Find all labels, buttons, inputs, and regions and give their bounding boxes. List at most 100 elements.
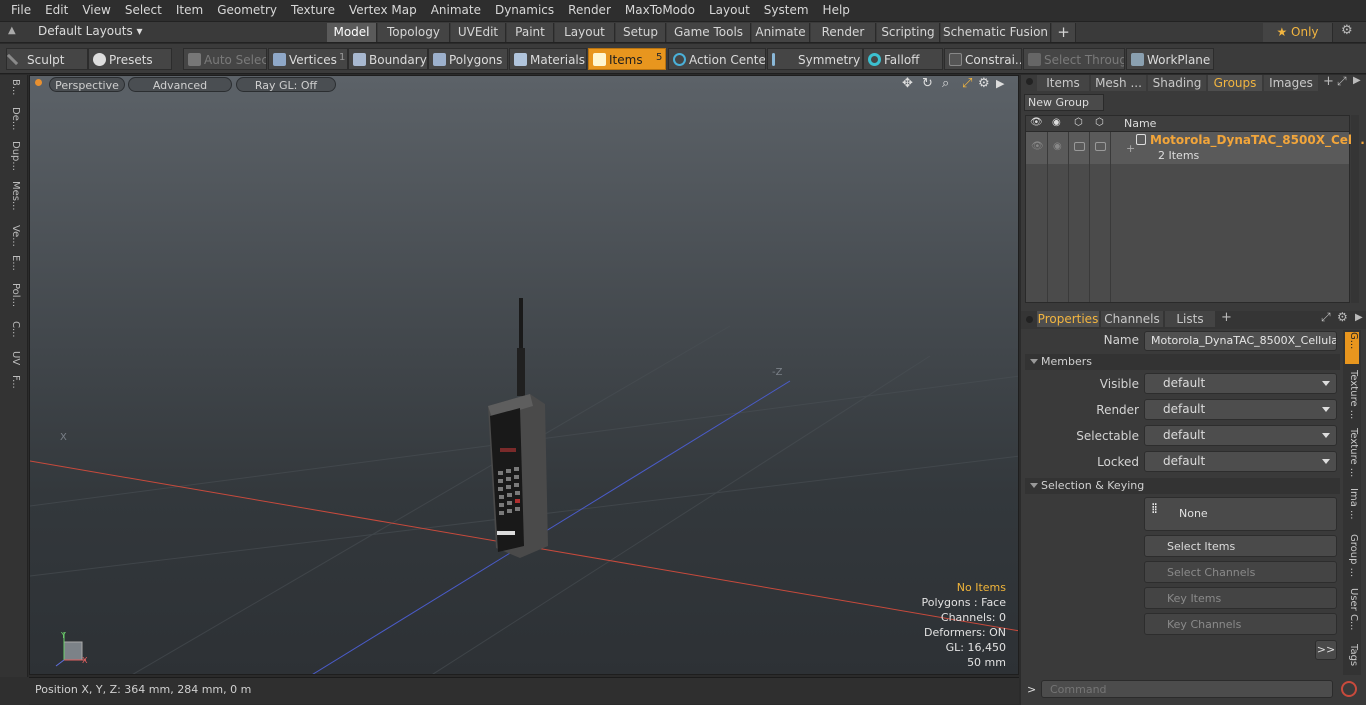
- boundary-button[interactable]: Boundary: [348, 48, 428, 70]
- row-select-checkbox[interactable]: [1095, 142, 1106, 151]
- select-icon[interactable]: ⬡: [1095, 117, 1104, 128]
- materials-button[interactable]: Materials: [509, 48, 587, 70]
- menu-vertex-map[interactable]: Vertex Map: [342, 0, 424, 21]
- props-expand-icon[interactable]: ⤢: [1321, 310, 1331, 325]
- vtab-user-channels[interactable]: User C...: [1345, 588, 1359, 640]
- menu-select[interactable]: Select: [118, 0, 169, 21]
- locked-dropdown[interactable]: default: [1144, 451, 1337, 472]
- select-through-button[interactable]: Select Through: [1023, 48, 1125, 70]
- tab-paint[interactable]: Paint: [507, 23, 554, 42]
- command-input[interactable]: [1041, 680, 1333, 698]
- group-list-scrollbar[interactable]: [1351, 115, 1359, 303]
- render-dropdown[interactable]: default: [1144, 399, 1337, 420]
- left-tab-vertex[interactable]: Ve...: [7, 225, 21, 249]
- tab-groups[interactable]: Groups: [1208, 75, 1262, 91]
- expand-plus-icon[interactable]: +: [1126, 142, 1135, 155]
- left-tab-mesh[interactable]: Mes...: [7, 181, 21, 215]
- panel-arrow-icon[interactable]: ▶: [1353, 75, 1361, 86]
- menu-dynamics[interactable]: Dynamics: [488, 0, 561, 21]
- tab-render[interactable]: Render: [811, 23, 876, 42]
- polygons-button[interactable]: Polygons: [428, 48, 508, 70]
- menu-view[interactable]: View: [75, 0, 117, 21]
- menu-geometry[interactable]: Geometry: [210, 0, 284, 21]
- tab-schematic-fusion[interactable]: Schematic Fusion: [941, 23, 1051, 42]
- vtab-tags[interactable]: Tags: [1345, 644, 1359, 672]
- vtab-group[interactable]: G...: [1345, 332, 1359, 364]
- key-items-button[interactable]: Key Items: [1144, 587, 1337, 609]
- menu-file[interactable]: File: [4, 0, 38, 21]
- add-panel-tab-icon[interactable]: +: [1323, 74, 1334, 89]
- tab-mesh[interactable]: Mesh ...: [1091, 75, 1146, 91]
- gear-icon[interactable]: ⚙: [1341, 23, 1353, 38]
- menu-item[interactable]: Item: [169, 0, 210, 21]
- none-selector[interactable]: ⁞⁞ None: [1144, 497, 1337, 531]
- row-lock-checkbox[interactable]: [1074, 142, 1085, 151]
- menu-animate[interactable]: Animate: [424, 0, 488, 21]
- tab-items[interactable]: Items: [1037, 75, 1089, 91]
- menu-texture[interactable]: Texture: [284, 0, 342, 21]
- tab-properties[interactable]: Properties: [1037, 311, 1099, 327]
- vertices-button[interactable]: Vertices: [268, 48, 348, 70]
- left-tab-b[interactable]: B...: [7, 79, 21, 101]
- only-toggle[interactable]: ★ Only: [1263, 23, 1333, 42]
- properties-dot-icon[interactable]: [1026, 316, 1033, 323]
- members-section[interactable]: Members: [1025, 354, 1340, 370]
- menu-render[interactable]: Render: [561, 0, 618, 21]
- presets-button[interactable]: Presets: [88, 48, 172, 70]
- vtab-image[interactable]: Ima ...: [1345, 488, 1359, 526]
- left-tab-deform[interactable]: De...: [7, 107, 21, 131]
- group-row[interactable]: 👁 ◉ + Motorola_DynaTAC_8500X_Cell ... 2 …: [1026, 132, 1366, 164]
- add-tab-button[interactable]: +: [1052, 23, 1076, 42]
- new-group-button[interactable]: New Group: [1024, 94, 1104, 111]
- tab-channels[interactable]: Channels: [1101, 311, 1163, 327]
- visible-dropdown[interactable]: default: [1144, 373, 1337, 394]
- left-tab-f[interactable]: F...: [7, 375, 21, 399]
- selectable-dropdown[interactable]: default: [1144, 425, 1337, 446]
- expand-icon[interactable]: ⤢: [1337, 74, 1347, 89]
- props-arrow-icon[interactable]: ▶: [1355, 312, 1363, 323]
- symmetry-button[interactable]: Symmetry: [767, 48, 863, 70]
- panel-dot-icon[interactable]: [1026, 78, 1033, 85]
- vtab-group-2[interactable]: Group ...: [1345, 534, 1359, 584]
- menu-help[interactable]: Help: [816, 0, 857, 21]
- workplane-button[interactable]: WorkPlane: [1126, 48, 1214, 70]
- row-eye-icon[interactable]: 👁: [1031, 141, 1044, 152]
- select-items-button[interactable]: Select Items: [1144, 535, 1337, 557]
- vtab-texture-2[interactable]: Texture ...: [1345, 428, 1359, 482]
- left-tab-c[interactable]: C...: [7, 321, 21, 343]
- items-button[interactable]: Items: [588, 48, 666, 70]
- render-icon[interactable]: ◉: [1052, 117, 1061, 128]
- sculpt-button[interactable]: Sculpt: [6, 48, 88, 70]
- vtab-texture-1[interactable]: Texture ...: [1345, 370, 1359, 422]
- constraints-button[interactable]: Constrai...: [944, 48, 1022, 70]
- group-name[interactable]: Motorola_DynaTAC_8500X_Cell ...: [1150, 133, 1366, 147]
- tab-lists[interactable]: Lists: [1165, 311, 1215, 327]
- key-channels-button[interactable]: Key Channels: [1144, 613, 1337, 635]
- tab-uvedit[interactable]: UVEdit: [451, 23, 506, 42]
- tab-model[interactable]: Model: [327, 23, 377, 42]
- falloff-button[interactable]: Falloff: [863, 48, 943, 70]
- lock-icon[interactable]: ⬡: [1074, 117, 1083, 128]
- menu-layout[interactable]: Layout: [702, 0, 757, 21]
- add-props-tab-icon[interactable]: +: [1221, 310, 1232, 325]
- visibility-eye-icon[interactable]: 👁: [1030, 117, 1043, 128]
- left-tab-duplicate[interactable]: Dup...: [7, 141, 21, 171]
- selection-keying-section[interactable]: Selection & Keying: [1025, 478, 1340, 494]
- tab-layout[interactable]: Layout: [555, 23, 615, 42]
- tab-shading[interactable]: Shading: [1148, 75, 1206, 91]
- name-column-header[interactable]: Name: [1124, 117, 1156, 130]
- row-render-icon[interactable]: ◉: [1053, 141, 1062, 152]
- name-input[interactable]: Motorola_DynaTAC_8500X_Cellular_P: [1144, 331, 1337, 351]
- menu-edit[interactable]: Edit: [38, 0, 75, 21]
- left-tab-uv[interactable]: UV: [7, 351, 21, 371]
- action-center-button[interactable]: Action Center: [668, 48, 766, 70]
- tab-animate[interactable]: Animate: [752, 23, 810, 42]
- more-button[interactable]: >>: [1315, 640, 1337, 660]
- props-gear-icon[interactable]: ⚙: [1337, 310, 1348, 324]
- tab-topology[interactable]: Topology: [378, 23, 450, 42]
- tab-scripting[interactable]: Scripting: [877, 23, 940, 42]
- menu-system[interactable]: System: [757, 0, 816, 21]
- menu-maxtomodo[interactable]: MaxToModo: [618, 0, 702, 21]
- select-channels-button[interactable]: Select Channels: [1144, 561, 1337, 583]
- tab-images[interactable]: Images: [1264, 75, 1318, 91]
